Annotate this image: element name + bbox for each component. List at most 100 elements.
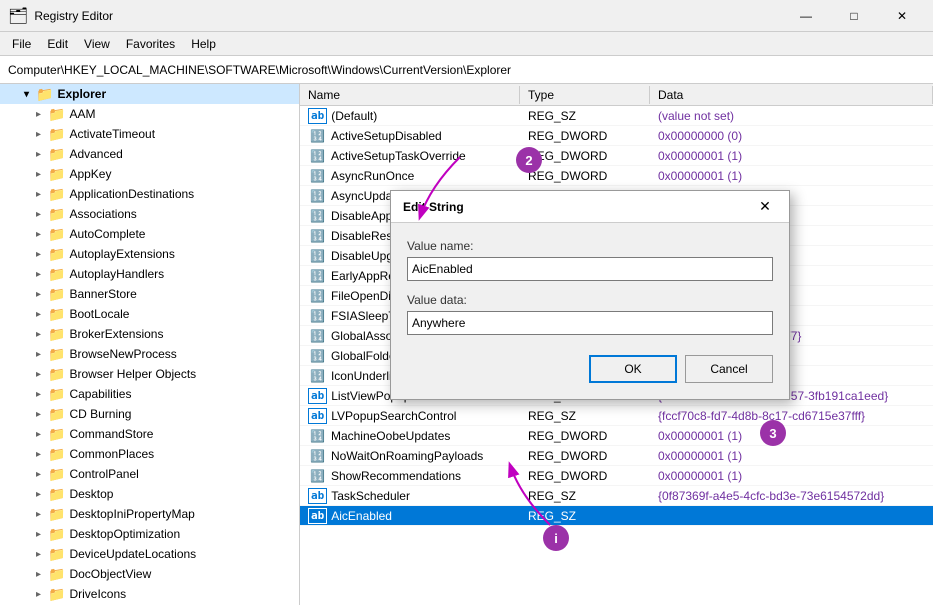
folder-icon: 📁 bbox=[48, 246, 65, 263]
tree-item[interactable]: ▸📁Desktop bbox=[0, 484, 299, 504]
folder-icon: 📁 bbox=[48, 386, 65, 403]
cell-data: {fccf70c8-fd7-4d8b-8c17-cd6715e37fff} bbox=[650, 408, 933, 424]
dialog-close-button[interactable]: ✕ bbox=[753, 195, 777, 219]
header-type[interactable]: Type bbox=[520, 86, 650, 104]
tree-item-label: ApplicationDestinations bbox=[69, 187, 299, 201]
reg-value-icon: 🔢 bbox=[308, 309, 327, 323]
cell-data: 0x00000001 (1) bbox=[650, 428, 933, 444]
tree-item-label: CommonPlaces bbox=[69, 447, 299, 461]
cell-type: REG_SZ bbox=[520, 408, 650, 424]
tree-item[interactable]: ▸📁DocObjectView bbox=[0, 564, 299, 584]
tree-arrow: ▸ bbox=[36, 149, 48, 160]
tree-item-label: AppKey bbox=[69, 167, 299, 181]
cell-type: REG_DWORD bbox=[520, 448, 650, 464]
table-row[interactable]: abLVPopupSearchControlREG_SZ{fccf70c8-fd… bbox=[300, 406, 933, 426]
menu-favorites[interactable]: Favorites bbox=[118, 35, 183, 53]
menu-view[interactable]: View bbox=[76, 35, 118, 53]
table-row[interactable]: 🔢AsyncRunOnceREG_DWORD0x00000001 (1) bbox=[300, 166, 933, 186]
tree-item[interactable]: ▸📁AutoplayExtensions bbox=[0, 244, 299, 264]
tree-item[interactable]: ▸📁Capabilities bbox=[0, 384, 299, 404]
tree-item-label: Desktop bbox=[69, 487, 299, 501]
table-row[interactable]: ab(Default)REG_SZ(value not set) bbox=[300, 106, 933, 126]
tree-item[interactable]: ▸📁Browser Helper Objects bbox=[0, 364, 299, 384]
tree-item[interactable]: ▸📁AAM bbox=[0, 104, 299, 124]
tree-item[interactable]: ▸📁DeviceUpdateLocations bbox=[0, 544, 299, 564]
tree-item[interactable]: ▸📁AppKey bbox=[0, 164, 299, 184]
ok-button[interactable]: OK bbox=[589, 355, 677, 383]
cell-name: 🔢AsyncRunOnce bbox=[300, 168, 520, 184]
tree-item[interactable]: ▸📁Advanced bbox=[0, 144, 299, 164]
cell-name: 🔢ActiveSetupTaskOverride bbox=[300, 148, 520, 164]
table-row[interactable]: 🔢ActiveSetupTaskOverrideREG_DWORD0x00000… bbox=[300, 146, 933, 166]
tree-item[interactable]: ▸📁AutoplayHandlers bbox=[0, 264, 299, 284]
folder-icon: 📁 bbox=[48, 506, 65, 523]
table-row[interactable]: 🔢NoWaitOnRoamingPayloadsREG_DWORD0x00000… bbox=[300, 446, 933, 466]
tree-item[interactable]: ▸📁BannerStore bbox=[0, 284, 299, 304]
tree-arrow: ▸ bbox=[36, 449, 48, 460]
tree-item-label: Capabilities bbox=[69, 387, 299, 401]
tree-item[interactable]: ▸📁BrowseNewProcess bbox=[0, 344, 299, 364]
tree-item[interactable]: ▸📁Associations bbox=[0, 204, 299, 224]
tree-item[interactable]: ▸📁AutoComplete bbox=[0, 224, 299, 244]
table-row[interactable]: 🔢ShowRecommendationsREG_DWORD0x00000001 … bbox=[300, 466, 933, 486]
table-row[interactable]: 🔢MachineOobeUpdatesREG_DWORD0x00000001 (… bbox=[300, 426, 933, 446]
tree-item[interactable]: ▸📁ControlPanel bbox=[0, 464, 299, 484]
reg-value-icon: 🔢 bbox=[308, 189, 327, 203]
cell-name: abTaskScheduler bbox=[300, 487, 520, 505]
title-bar: 🗂 Registry Editor — □ ✕ bbox=[0, 0, 933, 32]
cell-data: 0x00000001 (1) bbox=[650, 448, 933, 464]
tree-arrow: ▸ bbox=[36, 349, 48, 360]
reg-value-icon: ab bbox=[308, 388, 327, 404]
folder-icon: 📁 bbox=[48, 206, 65, 223]
reg-value-icon: ab bbox=[308, 108, 327, 124]
reg-value-icon: 🔢 bbox=[308, 149, 327, 163]
tree-item-label: Advanced bbox=[69, 147, 299, 161]
menu-help[interactable]: Help bbox=[183, 35, 224, 53]
cell-type: REG_DWORD bbox=[520, 468, 650, 484]
value-name-label: Value name: bbox=[407, 239, 773, 253]
tree-item-label: CD Burning bbox=[69, 407, 299, 421]
tree-item[interactable]: ▸📁CommandStore bbox=[0, 424, 299, 444]
tree-item[interactable]: ▸📁BrokerExtensions bbox=[0, 324, 299, 344]
header-data[interactable]: Data bbox=[650, 86, 933, 104]
minimize-button[interactable]: — bbox=[783, 0, 829, 32]
cell-data: 0x00000001 (1) bbox=[650, 468, 933, 484]
folder-icon: 📁 bbox=[48, 126, 65, 143]
value-data-label: Value data: bbox=[407, 293, 773, 307]
table-row[interactable]: 🔢ActiveSetupDisabledREG_DWORD0x00000000 … bbox=[300, 126, 933, 146]
folder-icon: 📁 bbox=[48, 186, 65, 203]
reg-value-icon: ab bbox=[308, 488, 327, 504]
tree-item[interactable]: ▸📁DesktopOptimization bbox=[0, 524, 299, 544]
tree-arrow: ▸ bbox=[36, 369, 48, 380]
tree-arrow: ▸ bbox=[36, 429, 48, 440]
reg-value-icon: 🔢 bbox=[308, 129, 327, 143]
header-name[interactable]: Name bbox=[300, 86, 520, 104]
folder-icon: 📁 bbox=[48, 566, 65, 583]
menu-edit[interactable]: Edit bbox=[39, 35, 76, 53]
menu-file[interactable]: File bbox=[4, 35, 39, 53]
tree-item[interactable]: ▸📁ApplicationDestinations bbox=[0, 184, 299, 204]
tree-item[interactable]: ▸📁CommonPlaces bbox=[0, 444, 299, 464]
tree-item[interactable]: ▸📁CD Burning bbox=[0, 404, 299, 424]
registry-tree[interactable]: ▾📁Explorer▸📁AAM▸📁ActivateTimeout▸📁Advanc… bbox=[0, 84, 300, 605]
maximize-button[interactable]: □ bbox=[831, 0, 877, 32]
tree-item[interactable]: ▸📁ActivateTimeout bbox=[0, 124, 299, 144]
table-row[interactable]: abTaskSchedulerREG_SZ{0f87369f-a4e5-4cfc… bbox=[300, 486, 933, 506]
cell-name-text: (Default) bbox=[331, 109, 377, 123]
folder-icon: 📁 bbox=[48, 546, 65, 563]
value-name-input[interactable] bbox=[407, 257, 773, 281]
tree-item-label: Associations bbox=[69, 207, 299, 221]
close-button[interactable]: ✕ bbox=[879, 0, 925, 32]
folder-icon: 📁 bbox=[48, 166, 65, 183]
cell-name: abAicEnabled bbox=[300, 507, 520, 525]
cell-data: 0x00000001 (1) bbox=[650, 148, 933, 164]
value-data-input[interactable] bbox=[407, 311, 773, 335]
tree-item[interactable]: ▸📁DriveIcons bbox=[0, 584, 299, 604]
dialog-body: Value name: Value data: OK Cancel bbox=[391, 223, 789, 399]
table-row[interactable]: abAicEnabledREG_SZ bbox=[300, 506, 933, 526]
tree-item[interactable]: ▾📁Explorer bbox=[0, 84, 299, 104]
tree-item[interactable]: ▸📁DesktopIniPropertyMap bbox=[0, 504, 299, 524]
tree-item[interactable]: ▸📁BootLocale bbox=[0, 304, 299, 324]
cell-name: 🔢NoWaitOnRoamingPayloads bbox=[300, 448, 520, 464]
cancel-button[interactable]: Cancel bbox=[685, 355, 773, 383]
